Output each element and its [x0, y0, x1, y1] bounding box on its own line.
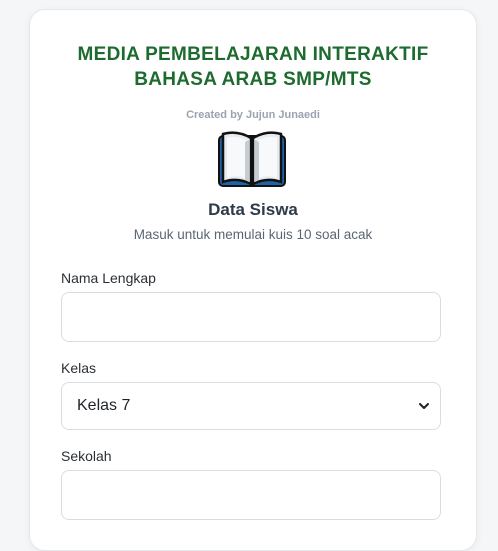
app-title-line2: BAHASA ARAB SMP/MTS	[134, 69, 372, 90]
open-book-icon	[217, 130, 287, 190]
section-description: Masuk untuk memulai kuis 10 soal acak	[133, 227, 373, 242]
class-label: Kelas	[61, 360, 97, 376]
name-input[interactable]	[61, 292, 441, 342]
chevron-down-icon	[419, 403, 429, 409]
student-data-card: MEDIA PEMBELAJARAN INTERAKTIF BAHASA ARA…	[29, 9, 477, 551]
class-select[interactable]: Kelas 7	[61, 382, 441, 430]
app-title: MEDIA PEMBELAJARAN INTERAKTIF BAHASA ARA…	[30, 42, 476, 92]
name-label: Nama Lengkap	[61, 270, 156, 286]
app-title-line1: MEDIA PEMBELAJARAN INTERAKTIF	[77, 44, 429, 65]
section-title: Data Siswa	[208, 200, 298, 219]
school-input[interactable]	[61, 470, 441, 520]
credit-text: Created by Jujun Junaedi	[186, 109, 320, 121]
class-select-value: Kelas 7	[77, 397, 131, 414]
school-label: Sekolah	[61, 448, 112, 464]
